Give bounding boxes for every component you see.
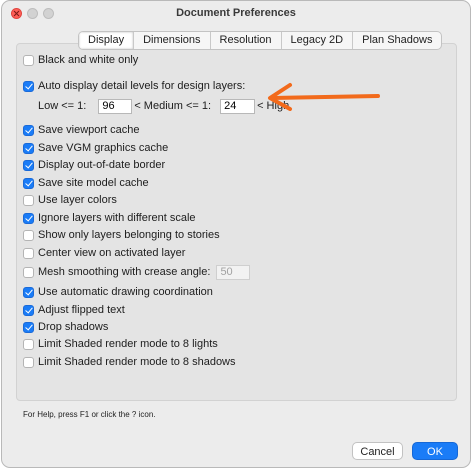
tab-resolution[interactable]: Resolution bbox=[209, 32, 281, 49]
checkbox-display-out-of-date-border[interactable] bbox=[23, 159, 34, 171]
option-limit-shaded-lights[interactable]: Limit Shaded render mode to 8 lights bbox=[23, 337, 218, 351]
option-drop-shadows[interactable]: Drop shadows bbox=[23, 320, 108, 334]
option-label: Show only layers belonging to stories bbox=[38, 229, 220, 241]
option-label: Limit Shaded render mode to 8 lights bbox=[38, 338, 218, 350]
option-label: Adjust flipped text bbox=[38, 304, 125, 316]
tab-plan-shadows[interactable]: Plan Shadows bbox=[352, 32, 441, 49]
option-label: Ignore layers with different scale bbox=[38, 212, 196, 224]
option-label: Limit Shaded render mode to 8 shadows bbox=[38, 356, 236, 368]
checkbox-ignore-layers-different-scale[interactable] bbox=[23, 212, 34, 224]
checkbox-limit-shaded-shadows[interactable] bbox=[23, 356, 34, 368]
checkbox-center-view-activated-layer[interactable] bbox=[23, 247, 34, 259]
option-show-only-layers-stories[interactable]: Show only layers belonging to stories bbox=[23, 228, 220, 242]
option-display-out-of-date-border[interactable]: Display out-of-date border bbox=[23, 158, 165, 172]
medium-detail-input[interactable] bbox=[220, 98, 256, 114]
checkbox-show-only-layers-stories[interactable] bbox=[23, 229, 34, 241]
option-label: Black and white only bbox=[38, 54, 139, 66]
checkbox-automatic-drawing-coordination[interactable] bbox=[23, 286, 34, 298]
option-auto-display-detail-levels[interactable]: Auto display detail levels for design la… bbox=[23, 79, 245, 93]
crease-angle-input[interactable] bbox=[216, 264, 251, 280]
option-mesh-smoothing[interactable]: Mesh smoothing with crease angle: bbox=[23, 264, 252, 280]
option-center-view-activated-layer[interactable]: Center view on activated layer bbox=[23, 246, 185, 260]
checkbox-mesh-smoothing[interactable] bbox=[23, 266, 34, 278]
option-save-viewport-cache[interactable]: Save viewport cache bbox=[23, 123, 140, 137]
medium-label: < Medium <= 1: bbox=[134, 100, 212, 112]
tab-legacy-2d[interactable]: Legacy 2D bbox=[280, 32, 353, 49]
checkbox-save-viewport-cache[interactable] bbox=[23, 124, 34, 136]
checkbox-adjust-flipped-text[interactable] bbox=[23, 304, 34, 316]
checkbox-black-and-white-only[interactable] bbox=[23, 54, 34, 66]
option-label: Save VGM graphics cache bbox=[38, 142, 169, 154]
cancel-button[interactable]: Cancel bbox=[352, 442, 403, 460]
preferences-tabs: Display Dimensions Resolution Legacy 2D … bbox=[78, 31, 443, 50]
option-label: Mesh smoothing with crease angle: bbox=[38, 266, 211, 278]
tab-dimensions[interactable]: Dimensions bbox=[133, 32, 209, 49]
option-black-and-white-only[interactable]: Black and white only bbox=[23, 53, 138, 67]
preferences-dialog: Document Preferences Display Dimensions … bbox=[1, 0, 471, 468]
checkbox-save-site-model-cache[interactable] bbox=[23, 177, 34, 189]
option-label: Display out-of-date border bbox=[38, 159, 166, 171]
detail-levels-row: Low <= 1: < Medium <= 1: < High bbox=[38, 98, 289, 114]
option-label: Save site model cache bbox=[38, 177, 149, 189]
low-label: Low <= 1: bbox=[38, 100, 87, 112]
option-limit-shaded-shadows[interactable]: Limit Shaded render mode to 8 shadows bbox=[23, 355, 236, 369]
checkbox-use-layer-colors[interactable] bbox=[23, 194, 34, 206]
option-label: Center view on activated layer bbox=[38, 247, 186, 259]
title-bar: Document Preferences bbox=[2, 1, 470, 25]
option-ignore-layers-different-scale[interactable]: Ignore layers with different scale bbox=[23, 211, 196, 225]
ok-button[interactable]: OK bbox=[412, 442, 458, 460]
checkbox-save-vgm-graphics-cache[interactable] bbox=[23, 142, 34, 154]
option-use-layer-colors[interactable]: Use layer colors bbox=[23, 193, 117, 207]
annotation-arrow-icon bbox=[268, 83, 380, 111]
option-label: Save viewport cache bbox=[38, 124, 140, 136]
option-save-site-model-cache[interactable]: Save site model cache bbox=[23, 176, 149, 190]
checkbox-drop-shadows[interactable] bbox=[23, 321, 34, 333]
option-label: Use layer colors bbox=[38, 194, 117, 206]
checkbox-auto-display-detail-levels[interactable] bbox=[23, 80, 34, 92]
option-save-vgm-graphics-cache[interactable]: Save VGM graphics cache bbox=[23, 141, 168, 155]
option-label: Drop shadows bbox=[38, 321, 109, 333]
low-detail-input[interactable] bbox=[98, 98, 133, 114]
option-label: Use automatic drawing coordination bbox=[38, 286, 213, 298]
checkbox-limit-shaded-lights[interactable] bbox=[23, 338, 34, 350]
window-title: Document Preferences bbox=[176, 7, 296, 19]
help-text: For Help, press F1 or click the ? icon. bbox=[23, 410, 156, 419]
tab-display[interactable]: Display bbox=[79, 32, 134, 49]
option-adjust-flipped-text[interactable]: Adjust flipped text bbox=[23, 303, 125, 317]
option-label: Auto display detail levels for design la… bbox=[38, 80, 246, 92]
option-automatic-drawing-coordination[interactable]: Use automatic drawing coordination bbox=[23, 285, 213, 299]
